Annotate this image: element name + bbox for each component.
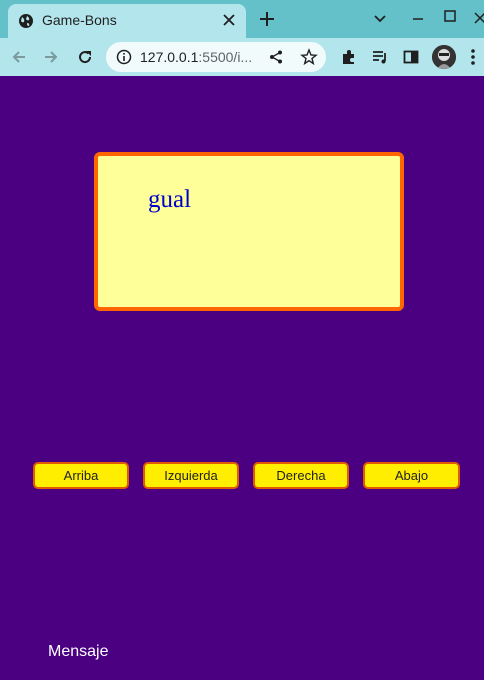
media-icon[interactable]: [371, 48, 389, 66]
left-button[interactable]: Izquierda: [143, 462, 239, 489]
reload-icon[interactable]: [76, 48, 94, 66]
globe-icon: [19, 14, 33, 28]
url-path: :5500/i...: [198, 49, 253, 65]
forward-icon[interactable]: [42, 48, 60, 66]
sidepanel-icon[interactable]: [402, 48, 420, 66]
game-word: gual: [148, 186, 192, 213]
down-button[interactable]: Abajo: [363, 462, 460, 489]
url-text: 127.0.0.1:5500/i...: [140, 49, 252, 65]
close-window-icon[interactable]: [472, 10, 484, 26]
share-icon[interactable]: [268, 49, 284, 65]
menu-icon[interactable]: [470, 48, 476, 66]
profile-picture-icon: [432, 45, 456, 69]
maximize-icon[interactable]: [442, 8, 458, 24]
tab-strip: Game-Bons: [0, 0, 484, 38]
address-bar[interactable]: 127.0.0.1:5500/i...: [106, 42, 326, 72]
info-icon[interactable]: [116, 49, 132, 65]
url-host: 127.0.0.1: [140, 49, 199, 65]
tab-title: Game-Bons: [42, 12, 117, 28]
back-icon[interactable]: [10, 48, 28, 66]
plus-icon[interactable]: [258, 10, 276, 28]
star-icon[interactable]: [300, 48, 318, 66]
avatar[interactable]: [432, 45, 456, 69]
message-text: Mensaje: [48, 643, 109, 660]
chevron-down-icon[interactable]: [372, 10, 388, 26]
browser-tab[interactable]: Game-Bons: [8, 4, 246, 38]
right-button[interactable]: Derecha: [253, 462, 349, 489]
close-icon[interactable]: [222, 13, 236, 27]
browser-toolbar: 127.0.0.1:5500/i...: [0, 38, 484, 76]
word-card: gual: [94, 152, 404, 311]
up-button[interactable]: Arriba: [33, 462, 129, 489]
extensions-icon[interactable]: [340, 48, 358, 66]
minimize-icon[interactable]: [410, 10, 426, 26]
